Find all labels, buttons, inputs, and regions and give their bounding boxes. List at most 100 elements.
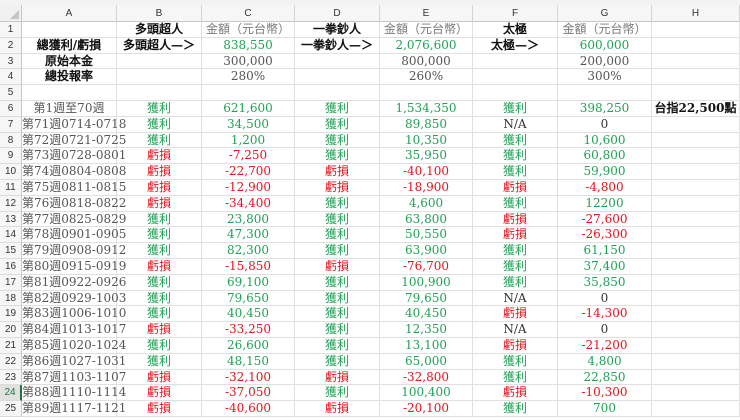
- cell-e3[interactable]: 800,000: [380, 53, 473, 70]
- cell-e8[interactable]: 10,350: [380, 132, 473, 149]
- cell-g23[interactable]: 22,850: [558, 369, 652, 386]
- cell-c7[interactable]: 34,500: [202, 116, 295, 133]
- column-header-h[interactable]: H: [652, 5, 740, 22]
- cell-h23[interactable]: [652, 369, 740, 386]
- cell-b24[interactable]: 虧損: [117, 385, 202, 402]
- cell-g7[interactable]: 0: [558, 116, 652, 133]
- cell-b8[interactable]: 獲利: [117, 132, 202, 149]
- cell-c2[interactable]: 838,550: [202, 37, 295, 54]
- cell-g11[interactable]: -4,800: [558, 180, 652, 196]
- cell-e17[interactable]: 100,900: [380, 274, 473, 291]
- cell-c15[interactable]: 82,300: [202, 243, 295, 259]
- cell-e10[interactable]: -40,100: [380, 164, 473, 180]
- cell-d6[interactable]: 獲利: [295, 101, 380, 117]
- cell-f2[interactable]: 太極—＞: [473, 37, 558, 54]
- cell-d4[interactable]: [295, 69, 380, 86]
- cell-h13[interactable]: [652, 211, 740, 228]
- cell-c6[interactable]: 621,600: [202, 101, 295, 117]
- cell-c12[interactable]: -34,400: [202, 195, 295, 212]
- cell-g9[interactable]: 60,800: [558, 148, 652, 165]
- cell-h4[interactable]: [652, 69, 740, 86]
- cell-b13[interactable]: 獲利: [117, 211, 202, 228]
- cell-e6[interactable]: 1,534,350: [380, 101, 473, 117]
- cell-d11[interactable]: 虧損: [295, 180, 380, 196]
- cell-c5[interactable]: [202, 85, 295, 101]
- column-header-d[interactable]: D: [295, 5, 380, 22]
- row-header[interactable]: 5: [0, 85, 22, 101]
- cell-g19[interactable]: -14,300: [558, 306, 652, 323]
- cell-f14[interactable]: 虧損: [473, 227, 558, 244]
- cell-c9[interactable]: -7,250: [202, 148, 295, 165]
- cell-f18[interactable]: N/A: [473, 290, 558, 307]
- cell-h17[interactable]: [652, 274, 740, 291]
- cell-a25[interactable]: 第89週1117-1121: [22, 401, 126, 417]
- cell-h14[interactable]: [652, 227, 740, 244]
- cell-h2[interactable]: [652, 37, 740, 54]
- cell-a20[interactable]: 第84週1013-1017: [22, 322, 126, 338]
- cell-d24[interactable]: 獲利: [295, 385, 380, 402]
- column-header-b[interactable]: B: [117, 5, 202, 22]
- cell-a24[interactable]: 第88週1110-1114: [22, 385, 126, 402]
- cell-h12[interactable]: [652, 195, 740, 212]
- cell-a12[interactable]: 第76週0818-0822: [22, 195, 126, 212]
- cell-c22[interactable]: 48,150: [202, 353, 295, 370]
- cell-g21[interactable]: -21,200: [558, 338, 652, 354]
- cell-a23[interactable]: 第87週1103-1107: [22, 369, 126, 386]
- cell-e22[interactable]: 65,000: [380, 353, 473, 370]
- cell-e1[interactable]: 金額（元台幣）: [380, 22, 473, 38]
- cell-b5[interactable]: [117, 85, 202, 101]
- cell-f10[interactable]: 獲利: [473, 164, 558, 180]
- row-header[interactable]: 6: [0, 101, 22, 117]
- cell-a4[interactable]: 總投報率: [22, 69, 117, 86]
- cell-e7[interactable]: 89,850: [380, 116, 473, 133]
- cell-f13[interactable]: 虧損: [473, 211, 558, 228]
- cell-c11[interactable]: -12,900: [202, 180, 295, 196]
- cell-g6[interactable]: 398,250: [558, 101, 652, 117]
- cell-b16[interactable]: 虧損: [117, 259, 202, 275]
- cell-g10[interactable]: 59,900: [558, 164, 652, 180]
- cell-d10[interactable]: 虧損: [295, 164, 380, 180]
- cell-e11[interactable]: -18,900: [380, 180, 473, 196]
- cell-b19[interactable]: 獲利: [117, 306, 202, 323]
- cell-e14[interactable]: 50,550: [380, 227, 473, 244]
- cell-h11[interactable]: [652, 180, 740, 196]
- cell-a10[interactable]: 第74週0804-0808: [22, 164, 126, 180]
- cell-c8[interactable]: 1,200: [202, 132, 295, 149]
- cell-h21[interactable]: [652, 338, 740, 354]
- cell-d18[interactable]: 獲利: [295, 290, 380, 307]
- cell-a11[interactable]: 第75週0811-0815: [22, 180, 126, 196]
- cell-g8[interactable]: 10,600: [558, 132, 652, 149]
- cell-d16[interactable]: 虧損: [295, 259, 380, 275]
- cell-b11[interactable]: 虧損: [117, 180, 202, 196]
- cell-d1[interactable]: 一拳鈔人: [295, 22, 380, 38]
- cell-d15[interactable]: 獲利: [295, 243, 380, 259]
- cell-b2[interactable]: 多頭超人—＞: [117, 37, 202, 54]
- cell-a22[interactable]: 第86週1027-1031: [22, 353, 126, 370]
- cell-g20[interactable]: 0: [558, 322, 652, 338]
- cell-b15[interactable]: 獲利: [117, 243, 202, 259]
- cell-f5[interactable]: [473, 85, 558, 101]
- column-header-c[interactable]: C: [202, 5, 295, 22]
- cell-f12[interactable]: 獲利: [473, 195, 558, 212]
- cell-g1[interactable]: 金額（元台幣）: [558, 22, 652, 38]
- row-header[interactable]: 21: [0, 338, 22, 354]
- cell-h5[interactable]: [652, 85, 740, 101]
- cell-c20[interactable]: -33,250: [202, 322, 295, 338]
- cell-g14[interactable]: -26,300: [558, 227, 652, 244]
- cell-d17[interactable]: 獲利: [295, 274, 380, 291]
- cell-b17[interactable]: 獲利: [117, 274, 202, 291]
- cell-f11[interactable]: 虧損: [473, 180, 558, 196]
- cell-a1[interactable]: [22, 22, 117, 38]
- row-header[interactable]: 17: [0, 274, 22, 291]
- cell-c25[interactable]: -40,600: [202, 401, 295, 417]
- cell-c23[interactable]: -32,100: [202, 369, 295, 386]
- cell-a5[interactable]: [22, 85, 117, 101]
- cell-f23[interactable]: 獲利: [473, 369, 558, 386]
- cell-h22[interactable]: [652, 353, 740, 370]
- row-header[interactable]: 10: [0, 164, 22, 180]
- cell-e13[interactable]: 63,800: [380, 211, 473, 228]
- cell-b23[interactable]: 虧損: [117, 369, 202, 386]
- cell-d23[interactable]: 虧損: [295, 369, 380, 386]
- row-header[interactable]: 11: [0, 180, 22, 196]
- cell-e12[interactable]: 4,600: [380, 195, 473, 212]
